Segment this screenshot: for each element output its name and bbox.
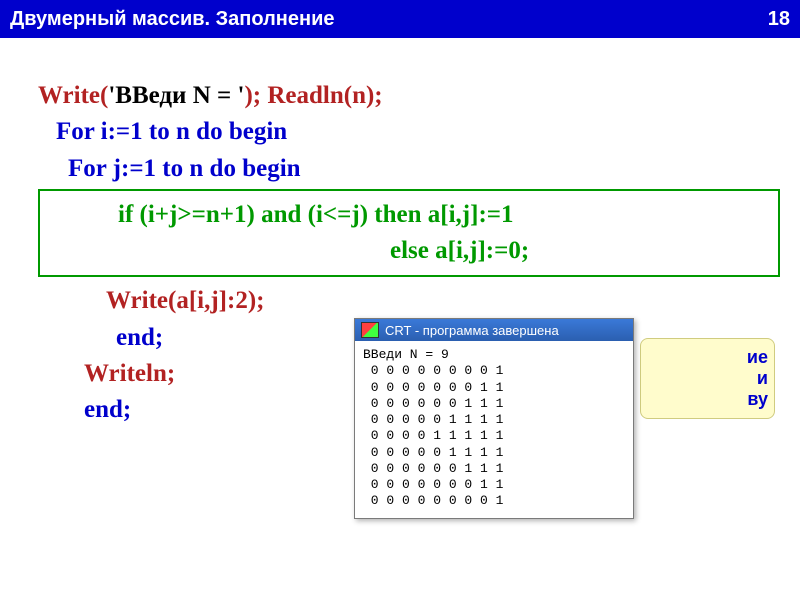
crt-row: 0 0 0 0 0 0 0 1 1 xyxy=(363,477,503,492)
crt-title: CRT - программа завершена xyxy=(385,323,559,338)
crt-prompt: ВВеди N = 9 xyxy=(363,347,449,362)
highlight-box: if (i+j>=n+1) and (i<=j) then a[i,j]:=1 … xyxy=(38,189,780,278)
code-line-3: For j:=1 to n do begin xyxy=(38,151,780,187)
crt-titlebar: CRT - программа завершена xyxy=(355,319,633,341)
crt-output: ВВеди N = 9 0 0 0 0 0 0 0 0 1 0 0 0 0 0 … xyxy=(355,341,633,518)
code-line-1: Write('ВВеди N = '); Readln(n); xyxy=(38,78,780,114)
crt-row: 0 0 0 0 0 1 1 1 1 xyxy=(363,412,503,427)
crt-row: 0 0 0 0 0 0 1 1 1 xyxy=(363,396,503,411)
crt-row: 0 0 0 0 1 1 1 1 1 xyxy=(363,428,503,443)
crt-window: CRT - программа завершена ВВеди N = 9 0 … xyxy=(354,318,634,519)
crt-app-icon xyxy=(361,322,379,338)
crt-row: 0 0 0 0 0 1 1 1 1 xyxy=(363,445,503,460)
code-line-5: else a[i,j]:=0; xyxy=(50,233,768,269)
code-line-4: if (i+j>=n+1) and (i<=j) then a[i,j]:=1 xyxy=(50,197,768,233)
code-line-6: Write(a[i,j]:2); xyxy=(38,283,780,319)
code-token: Write( xyxy=(38,82,108,109)
code-token: 'ВВеди N = ' xyxy=(108,82,244,109)
slide-header: Двумерный массив. Заполнение 18 xyxy=(0,0,800,38)
crt-row: 0 0 0 0 0 0 0 1 1 xyxy=(363,380,503,395)
code-line-2: For i:=1 to n do begin xyxy=(38,114,780,150)
crt-row: 0 0 0 0 0 0 0 0 1 xyxy=(363,363,503,378)
slide-content: Write('ВВеди N = '); Readln(n); For i:=1… xyxy=(0,38,800,448)
crt-row: 0 0 0 0 0 0 1 1 1 xyxy=(363,461,503,476)
slide-title: Двумерный массив. Заполнение xyxy=(10,8,335,31)
code-token: ); Readln(n); xyxy=(244,82,382,109)
slide-page-number: 18 xyxy=(768,8,790,31)
crt-row: 0 0 0 0 0 0 0 0 1 xyxy=(363,493,503,508)
